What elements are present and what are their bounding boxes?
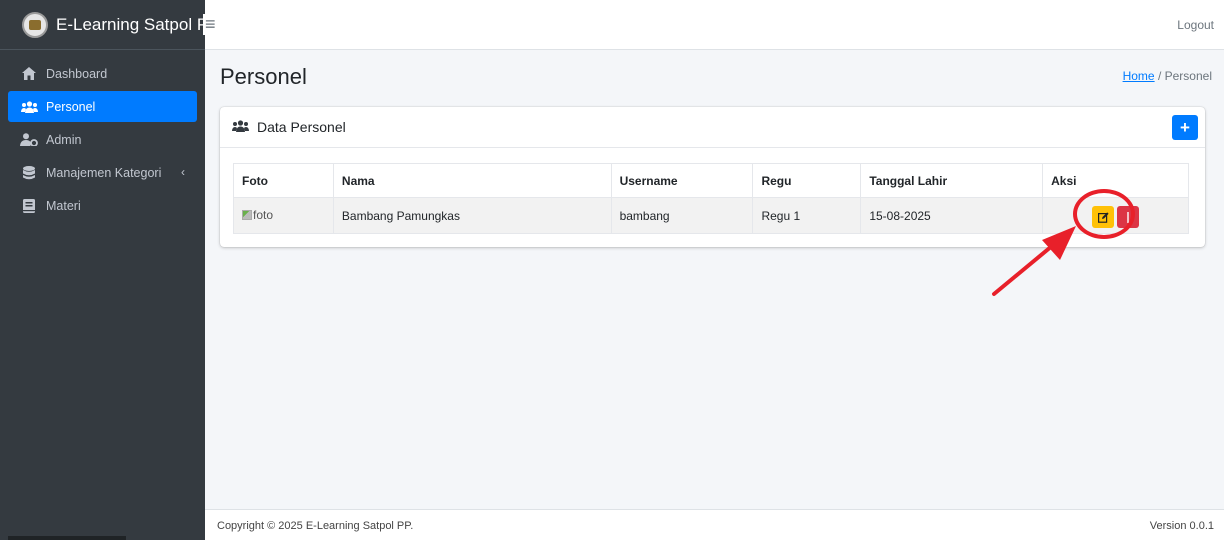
copyright-text: Copyright © 2025 E-Learning Satpol PP. xyxy=(217,520,414,532)
user-cog-icon xyxy=(20,133,38,147)
breadcrumb-home-link[interactable]: Home xyxy=(1123,69,1155,83)
foto-alt-text: foto xyxy=(253,208,274,222)
annotation-arrow-icon xyxy=(992,226,1076,296)
version-text: Version 0.0.1 xyxy=(1149,520,1214,532)
add-personel-button[interactable]: + xyxy=(1172,115,1198,140)
brand-link[interactable]: E-Learning Satpol PP xyxy=(0,0,220,50)
sidebar-item-dashboard[interactable]: Dashboard xyxy=(8,58,197,89)
column-header-username[interactable]: Username xyxy=(610,163,754,198)
plus-icon: + xyxy=(1180,117,1190,137)
sidebar-item-label: Dashboard xyxy=(46,66,108,81)
sidebar-item-materi[interactable]: Materi xyxy=(8,190,197,221)
column-header-foto[interactable]: Foto xyxy=(233,163,334,198)
sidebar-item-personel[interactable]: Personel xyxy=(8,91,197,122)
database-icon xyxy=(20,165,38,180)
brand-title: E-Learning Satpol PP xyxy=(56,14,220,34)
book-icon xyxy=(20,198,38,213)
table-header-row: Foto Nama Username Regu Tanggal Lahir Ak… xyxy=(233,163,1189,198)
users-icon xyxy=(232,119,249,135)
home-icon xyxy=(20,67,38,81)
sidebar-nav: Dashboard Personel Admin Manajemen Kateg… xyxy=(0,50,205,231)
users-icon xyxy=(20,100,38,114)
sidebar-item-label: Manajemen Kategori xyxy=(46,165,162,180)
column-header-nama[interactable]: Nama xyxy=(332,163,612,198)
annotation-circle xyxy=(1073,189,1135,239)
column-header-regu[interactable]: Regu xyxy=(752,163,862,198)
breadcrumb: Home / Personel xyxy=(1123,69,1212,83)
sidebar-item-admin[interactable]: Admin xyxy=(8,124,197,155)
sidebar-item-label: Materi xyxy=(46,198,81,213)
cell-nama: Bambang Pamungkas xyxy=(332,197,612,234)
sidebar-item-label: Personel xyxy=(46,99,96,114)
card-title: Data Personel xyxy=(232,119,346,135)
cell-regu: Regu 1 xyxy=(752,197,862,234)
sidebar-item-manajemen-kategori[interactable]: Manajemen Kategori ‹ xyxy=(8,157,197,188)
logout-link[interactable]: Logout xyxy=(1177,18,1214,32)
breadcrumb-separator: / xyxy=(1157,69,1162,83)
page-title: Personel xyxy=(220,64,307,89)
sidebar: E-Learning Satpol PP Dashboard Personel … xyxy=(0,0,220,540)
top-navbar: ≡ Logout xyxy=(203,0,1224,50)
satpol-emblem-icon xyxy=(22,11,48,38)
card-header: Data Personel + xyxy=(220,107,1205,148)
cell-username: bambang xyxy=(610,197,754,234)
broken-image-icon: foto xyxy=(242,208,273,222)
hamburger-icon[interactable]: ≡ xyxy=(203,14,218,35)
sidebar-scrollbar[interactable] xyxy=(8,536,126,540)
cell-foto: foto xyxy=(233,197,334,234)
main-footer: Copyright © 2025 E-Learning Satpol PP. V… xyxy=(205,509,1224,540)
sidebar-item-label: Admin xyxy=(46,132,82,147)
column-header-tanggal-lahir[interactable]: Tanggal Lahir xyxy=(860,163,1044,198)
chevron-left-icon: ‹ xyxy=(181,165,185,179)
card-title-text: Data Personel xyxy=(257,119,346,135)
breadcrumb-current: Personel xyxy=(1164,69,1212,83)
